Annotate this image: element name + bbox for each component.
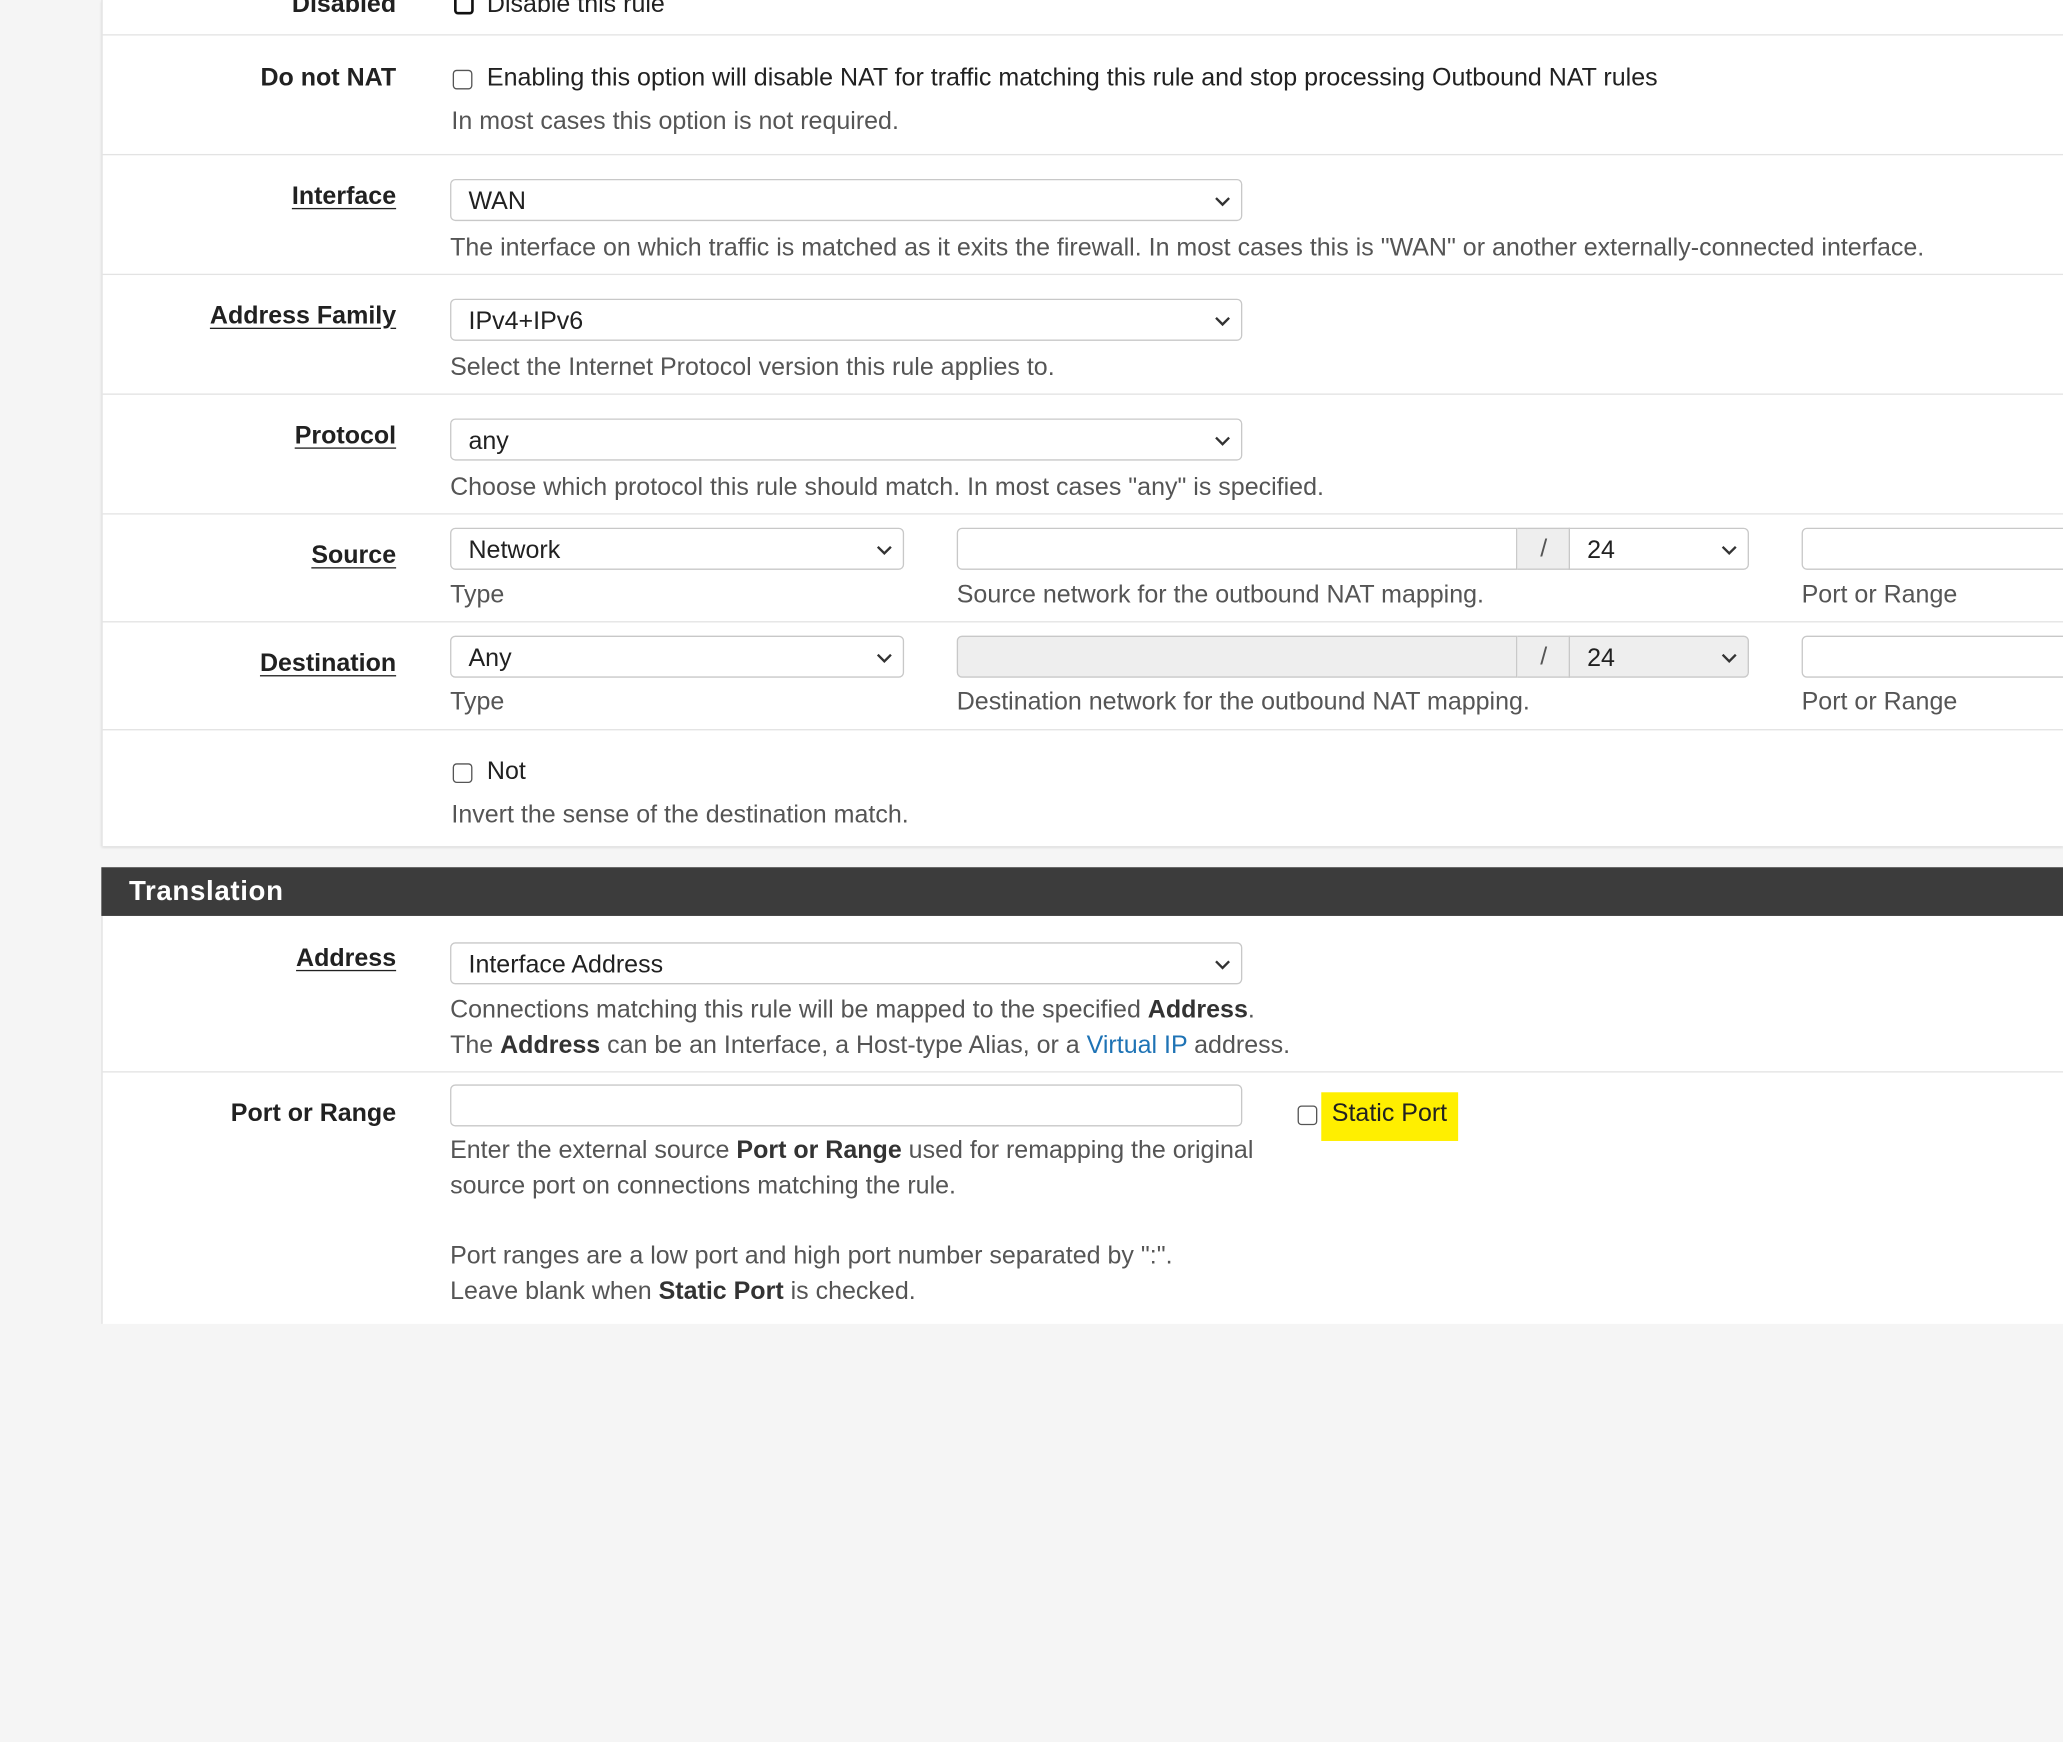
protocol-label: Protocol <box>294 422 397 451</box>
chevron-down-icon <box>1215 197 1230 207</box>
translation-port-help-line2: source port on connections matching the … <box>450 1172 957 1201</box>
interface-label: Interface <box>291 182 397 211</box>
disable-rule-checkbox[interactable] <box>454 0 474 15</box>
chevron-down-icon <box>876 653 892 663</box>
translation-section-heading: Translation <box>101 867 2063 916</box>
row-disabled: Disabled Disable this rule <box>102 0 2063 36</box>
translation-port-help-line3: Port ranges are a low port and high port… <box>450 1242 1173 1270</box>
source-type-help: Type <box>450 581 505 610</box>
destination-mask-select: 24 <box>1568 635 1749 678</box>
not-help: Invert the sense of the destination matc… <box>451 801 909 830</box>
chevron-down-icon <box>1721 653 1737 663</box>
disabled-label: Disabled <box>291 0 397 19</box>
help-text: . <box>1247 996 1255 1024</box>
row-protocol: Protocol any Choose which protocol this … <box>102 395 2063 515</box>
protocol-help: Choose which protocol this rule should m… <box>450 473 1324 502</box>
address-family-select-value: IPv4+IPv6 <box>468 307 584 336</box>
protocol-select-value: any <box>468 427 509 456</box>
row-interface: Interface WAN The interface on which tra… <box>102 155 2063 276</box>
help-bold: Static Port <box>658 1277 784 1306</box>
destination-port-input[interactable] <box>1801 635 2063 678</box>
translation-port-input[interactable] <box>450 1084 1243 1127</box>
source-mask-select[interactable]: 24 <box>1568 527 1749 570</box>
source-port-help: Port or Range <box>1801 581 1958 610</box>
translation-port-help-line1: Enter the external source Port or Range … <box>450 1137 1253 1166</box>
row-translation-port: Port or Range Static Port Enter the exte… <box>103 1073 2063 1324</box>
source-mask-select-value: 24 <box>1587 536 1615 565</box>
destination-type-select[interactable]: Any <box>450 635 905 678</box>
help-text: Connections matching this rule will be m… <box>450 996 1148 1024</box>
disable-rule-checkbox-label: Disable this rule <box>486 0 665 19</box>
chevron-down-icon <box>1215 436 1230 446</box>
help-bold: Port or Range <box>736 1137 902 1165</box>
translation-address-select-value: Interface Address <box>468 951 664 980</box>
source-network-help: Source network for the outbound NAT mapp… <box>956 581 1484 610</box>
interface-select-value: WAN <box>468 188 526 216</box>
protocol-select[interactable]: any <box>450 418 1243 461</box>
help-text: address. <box>1187 1031 1291 1060</box>
virtual-ip-link[interactable]: Virtual IP <box>1087 1032 1188 1060</box>
do-not-nat-checkbox-label: Enabling this option will disable NAT fo… <box>486 64 1658 93</box>
row-source: Source Network Type / 24 Source network … <box>102 515 2063 623</box>
translation-port-help-line4: Leave blank when Static Port is checked. <box>450 1278 916 1307</box>
source-type-select[interactable]: Network <box>450 527 905 570</box>
translation-address-help-line2: The Address can be an Interface, a Host-… <box>450 1032 1290 1061</box>
chevron-down-icon <box>1215 960 1230 970</box>
chevron-down-icon <box>1721 545 1737 556</box>
translation-port-label: Port or Range <box>230 1100 397 1128</box>
translation-address-label: Address <box>296 944 397 973</box>
destination-mask-select-value: 24 <box>1587 644 1615 673</box>
address-family-help: Select the Internet Protocol version thi… <box>450 354 1055 382</box>
interface-help: The interface on which traffic is matche… <box>450 234 1925 262</box>
translation-panel: Address Interface Address Connections ma… <box>101 867 2063 1324</box>
translation-address-help-line1: Connections matching this rule will be m… <box>450 996 1255 1025</box>
static-port-checkbox[interactable] <box>1297 1105 1318 1126</box>
help-text: The <box>450 1031 501 1060</box>
destination-slash: / <box>1517 635 1570 678</box>
destination-network-help: Destination network for the outbound NAT… <box>956 688 1530 716</box>
destination-port-help: Port or Range <box>1801 688 1958 716</box>
row-not: Not Invert the sense of the destination … <box>103 730 2063 846</box>
row-address-family: Address Family IPv4+IPv6 Select the Inte… <box>102 275 2063 395</box>
source-network-input[interactable] <box>956 527 1518 570</box>
static-port-label: Static Port <box>1331 1100 1448 1128</box>
help-bold: Address <box>1147 996 1248 1024</box>
address-family-select[interactable]: IPv4+IPv6 <box>450 298 1243 341</box>
destination-type-help: Type <box>450 688 505 716</box>
do-not-nat-checkbox[interactable] <box>452 69 473 90</box>
source-label: Source <box>311 542 397 570</box>
interface-select[interactable]: WAN <box>450 178 1243 222</box>
help-text: can be an Interface, a Host-type Alias, … <box>600 1031 1087 1060</box>
row-destination: Destination Any Type / 24 Destination ne… <box>102 622 2063 731</box>
help-text: is checked. <box>783 1277 916 1306</box>
chevron-down-icon <box>876 545 892 556</box>
destination-type-select-value: Any <box>468 644 512 673</box>
destination-label: Destination <box>259 650 397 678</box>
translation-address-select[interactable]: Interface Address <box>450 942 1243 985</box>
chevron-down-icon <box>1215 316 1230 327</box>
help-text: used for remapping the original <box>901 1137 1254 1165</box>
do-not-nat-label: Do not NAT <box>260 64 397 93</box>
help-bold: Address <box>500 1031 601 1060</box>
source-type-select-value: Network <box>468 536 561 565</box>
do-not-nat-help: In most cases this option is not require… <box>451 107 899 136</box>
row-translation-address: Address Interface Address Connections ma… <box>102 916 2063 1073</box>
not-checkbox[interactable] <box>452 763 473 784</box>
destination-network-input <box>956 635 1518 678</box>
help-text: Leave blank when <box>450 1277 659 1306</box>
row-do-not-nat: Do not NAT Enabling this option will dis… <box>102 36 2063 156</box>
rule-settings-panel: Disabled Disable this rule Do not NAT En… <box>101 0 2063 847</box>
address-family-label: Address Family <box>209 302 397 331</box>
source-port-input[interactable] <box>1801 527 2063 570</box>
help-text: Enter the external source <box>450 1137 737 1165</box>
not-checkbox-label: Not <box>486 758 526 786</box>
source-slash: / <box>1517 527 1570 570</box>
